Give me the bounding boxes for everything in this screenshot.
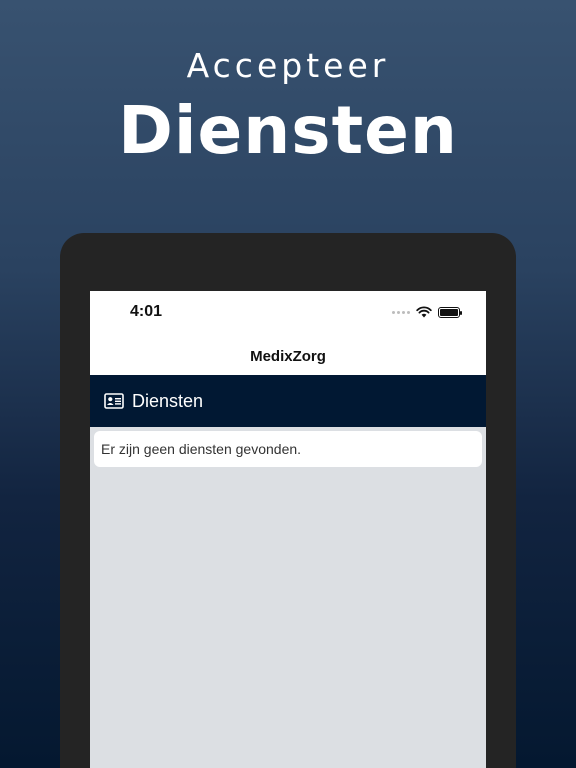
- status-icons: [392, 305, 462, 319]
- section-title: Diensten: [132, 390, 204, 411]
- promo-title: Diensten: [118, 92, 458, 169]
- status-bar: 4:01: [90, 291, 486, 337]
- wifi-icon: [416, 306, 432, 318]
- battery-icon: [438, 306, 462, 318]
- empty-state-message: Er zijn geen diensten gevonden.: [101, 441, 302, 457]
- status-time: 4:01: [130, 303, 163, 320]
- empty-state-card: Er zijn geen diensten gevonden.: [94, 431, 482, 467]
- section-header: Diensten: [90, 375, 486, 427]
- app-screen: 4:01 MedixZorg Diensten Er zijn geen die…: [90, 291, 486, 768]
- promo-subtitle: Accepteer: [186, 46, 390, 85]
- nav-title: MedixZorg: [250, 347, 326, 365]
- nav-bar: MedixZorg: [90, 337, 486, 375]
- id-card-icon: [104, 393, 124, 409]
- signal-dots-icon: [392, 310, 410, 314]
